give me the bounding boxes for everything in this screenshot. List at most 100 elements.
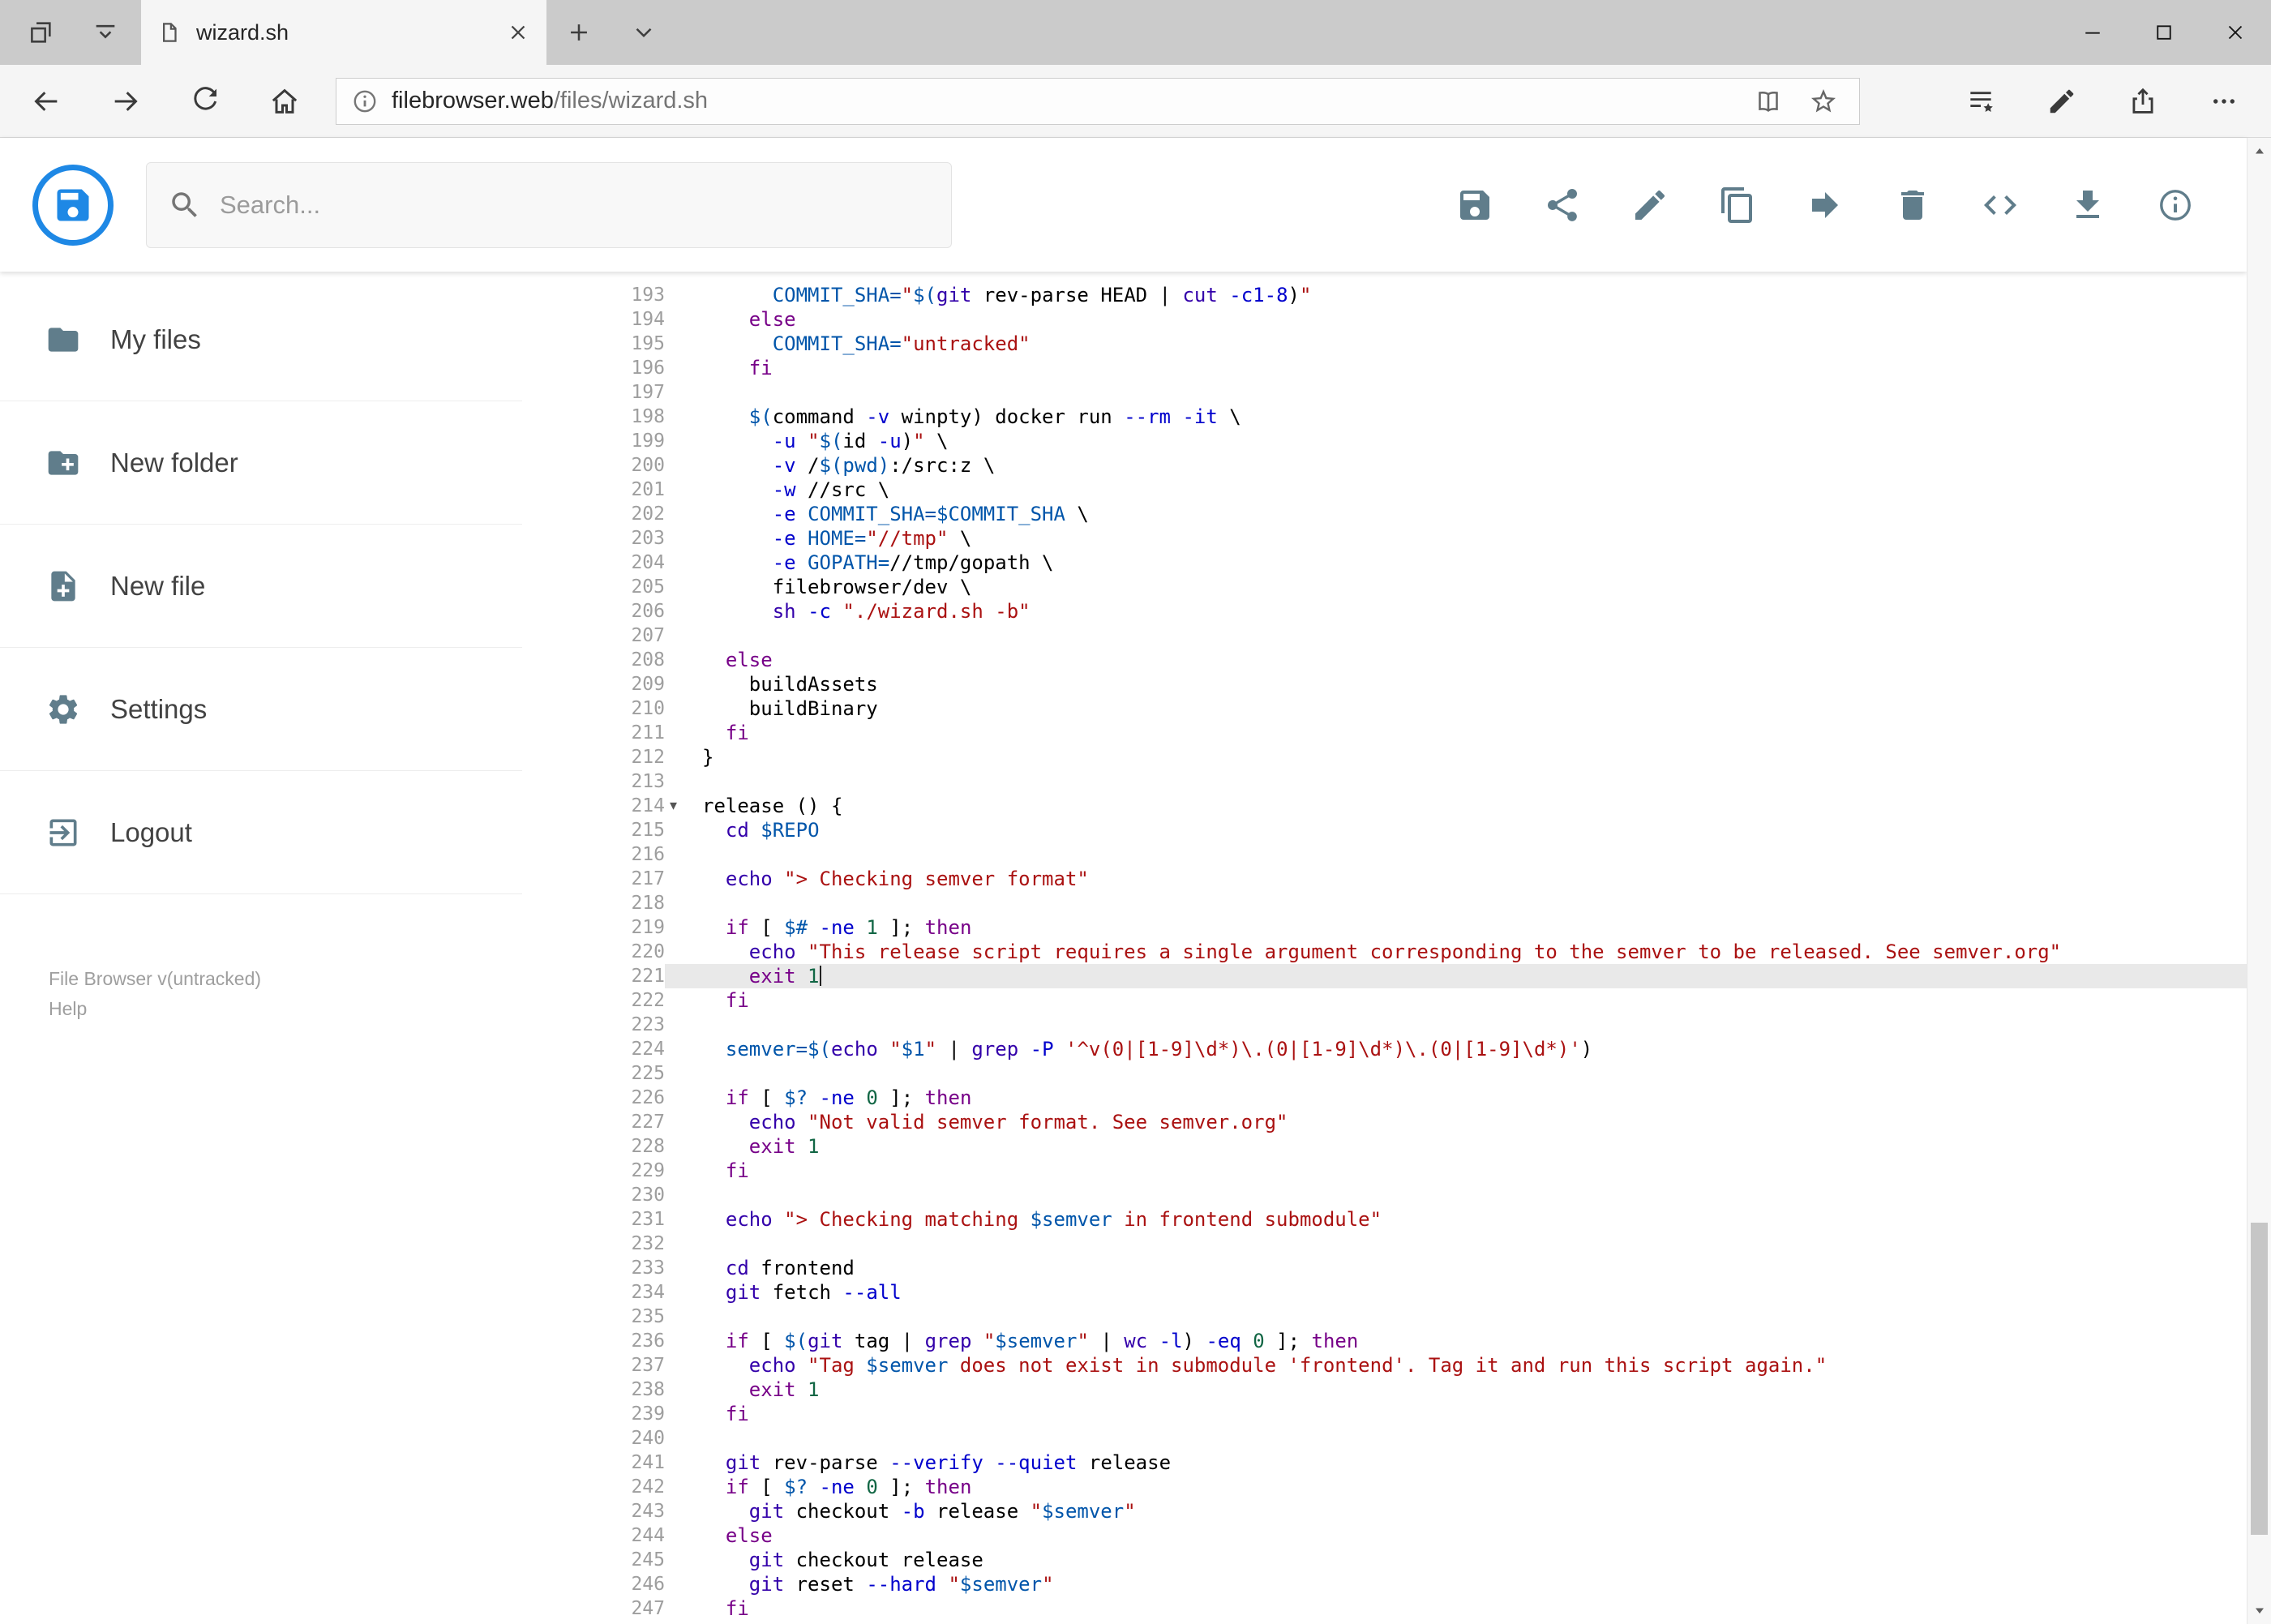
- code-view-button[interactable]: [1981, 186, 2020, 225]
- code-line[interactable]: 222 fi: [593, 988, 2247, 1013]
- code-text[interactable]: git checkout release: [702, 1548, 983, 1572]
- code-text[interactable]: else: [702, 307, 796, 332]
- code-line[interactable]: 220 echo "This release script requires a…: [593, 940, 2247, 964]
- move-button[interactable]: [1806, 186, 1845, 225]
- code-text[interactable]: exit 1: [702, 964, 821, 988]
- code-line[interactable]: 234 git fetch --all: [593, 1280, 2247, 1305]
- code-line[interactable]: 239 fi: [593, 1402, 2247, 1426]
- code-line[interactable]: 224 semver=$(echo "$1" | grep -P '^v(0|[…: [593, 1037, 2247, 1061]
- code-line[interactable]: 223: [593, 1013, 2247, 1037]
- code-line[interactable]: 247 fi: [593, 1596, 2247, 1621]
- code-line[interactable]: 211 fi: [593, 721, 2247, 745]
- delete-button[interactable]: [1893, 186, 1932, 225]
- code-line[interactable]: 231 echo "> Checking matching $semver in…: [593, 1207, 2247, 1232]
- code-text[interactable]: buildAssets: [702, 672, 878, 696]
- download-button[interactable]: [2068, 186, 2107, 225]
- code-line[interactable]: 205 filebrowser/dev \: [593, 575, 2247, 599]
- copy-button[interactable]: [1718, 186, 1757, 225]
- forward-button[interactable]: [86, 65, 165, 138]
- share-button[interactable]: [1543, 186, 1582, 225]
- code-line[interactable]: 218: [593, 891, 2247, 915]
- window-close-button[interactable]: [2200, 0, 2271, 65]
- sidebar-item-logout[interactable]: Logout: [0, 771, 522, 894]
- code-editor[interactable]: 193 COMMIT_SHA="$(git rev-parse HEAD | c…: [593, 272, 2247, 1624]
- code-text[interactable]: sh -c "./wizard.sh -b": [702, 599, 1031, 623]
- code-line[interactable]: 216: [593, 842, 2247, 867]
- code-line[interactable]: 197: [593, 380, 2247, 405]
- tab-close-button[interactable]: [506, 20, 530, 45]
- code-line[interactable]: 196 fi: [593, 356, 2247, 380]
- code-text[interactable]: cd $REPO: [702, 818, 820, 842]
- sidebar-item-my-files[interactable]: My files: [0, 278, 522, 401]
- code-line[interactable]: 200 -v /$(pwd):/src:z \: [593, 453, 2247, 478]
- code-line[interactable]: 238 exit 1: [593, 1378, 2247, 1402]
- code-text[interactable]: fi: [702, 1596, 749, 1621]
- code-line[interactable]: 241 git rev-parse --verify --quiet relea…: [593, 1450, 2247, 1475]
- code-line[interactable]: 215 cd $REPO: [593, 818, 2247, 842]
- code-text[interactable]: COMMIT_SHA="$(git rev-parse HEAD | cut -…: [702, 283, 1312, 307]
- code-text[interactable]: git checkout -b release "$semver": [702, 1499, 1136, 1523]
- tab-list-button[interactable]: [611, 0, 676, 65]
- code-text[interactable]: git reset --hard "$semver": [702, 1572, 1054, 1596]
- scrollbar-thumb[interactable]: [2251, 1223, 2268, 1535]
- browser-share-button[interactable]: [2102, 65, 2183, 138]
- code-line[interactable]: 201 -w //src \: [593, 478, 2247, 502]
- code-text[interactable]: -e COMMIT_SHA=$COMMIT_SHA \: [702, 502, 1089, 526]
- refresh-button[interactable]: [165, 65, 245, 138]
- reading-view-button[interactable]: [1747, 80, 1789, 122]
- help-link[interactable]: Help: [49, 994, 87, 1024]
- code-line[interactable]: 245 git checkout release: [593, 1548, 2247, 1572]
- code-text[interactable]: if [ $? -ne 0 ]; then: [702, 1475, 971, 1499]
- sidebar-item-new-folder[interactable]: New folder: [0, 401, 522, 525]
- code-text[interactable]: git fetch --all: [702, 1280, 902, 1305]
- site-info-icon[interactable]: [351, 88, 379, 115]
- code-line[interactable]: 236 if [ $(git tag | grep "$semver" | wc…: [593, 1329, 2247, 1353]
- code-line[interactable]: 207: [593, 623, 2247, 648]
- code-text[interactable]: -u "$(id -u)" \: [702, 429, 949, 453]
- code-text[interactable]: echo "Not valid semver format. See semve…: [702, 1110, 1288, 1134]
- code-line[interactable]: 198 $(command -v winpty) docker run --rm…: [593, 405, 2247, 429]
- home-button[interactable]: [245, 65, 324, 138]
- code-line[interactable]: 229 fi: [593, 1159, 2247, 1183]
- minimize-button[interactable]: [2057, 0, 2128, 65]
- search-input[interactable]: [220, 190, 930, 220]
- code-line[interactable]: 214 ▾ release () {: [593, 794, 2247, 818]
- favorites-hub-button[interactable]: [1940, 65, 2021, 138]
- add-favorite-button[interactable]: [1802, 80, 1845, 122]
- scrollbar[interactable]: [2247, 138, 2271, 1624]
- url-field[interactable]: filebrowser.web/files/wizard.sh: [336, 77, 1860, 125]
- code-line[interactable]: 208 else: [593, 648, 2247, 672]
- code-line[interactable]: 226 if [ $? -ne 0 ]; then: [593, 1086, 2247, 1110]
- code-text[interactable]: echo "Tag $semver does not exist in subm…: [702, 1353, 1827, 1378]
- code-text[interactable]: else: [702, 648, 773, 672]
- code-text[interactable]: -w //src \: [702, 478, 890, 502]
- filebrowser-logo[interactable]: [32, 164, 114, 246]
- code-line[interactable]: 246 git reset --hard "$semver": [593, 1572, 2247, 1596]
- set-tabs-aside-button[interactable]: [8, 0, 73, 65]
- code-text[interactable]: -v /$(pwd):/src:z \: [702, 453, 996, 478]
- code-text[interactable]: else: [702, 1523, 773, 1548]
- code-text[interactable]: $(command -v winpty) docker run --rm -it…: [702, 405, 1241, 429]
- code-text[interactable]: if [ $? -ne 0 ]; then: [702, 1086, 971, 1110]
- code-line[interactable]: 232: [593, 1232, 2247, 1256]
- code-text[interactable]: -e GOPATH=//tmp/gopath \: [702, 551, 1054, 575]
- code-line[interactable]: 209 buildAssets: [593, 672, 2247, 696]
- code-line[interactable]: 193 COMMIT_SHA="$(git rev-parse HEAD | c…: [593, 283, 2247, 307]
- code-text[interactable]: exit 1: [702, 1134, 820, 1159]
- code-line[interactable]: 225: [593, 1061, 2247, 1086]
- rename-button[interactable]: [1630, 186, 1669, 225]
- code-line[interactable]: 243 git checkout -b release "$semver": [593, 1499, 2247, 1523]
- code-line[interactable]: 237 echo "Tag $semver does not exist in …: [593, 1353, 2247, 1378]
- code-line[interactable]: 217 echo "> Checking semver format": [593, 867, 2247, 891]
- code-line[interactable]: 240: [593, 1426, 2247, 1450]
- code-text[interactable]: echo "This release script requires a sin…: [702, 940, 2061, 964]
- code-text[interactable]: filebrowser/dev \: [702, 575, 972, 599]
- code-line[interactable]: 210 buildBinary: [593, 696, 2247, 721]
- fold-arrow-icon[interactable]: ▾: [670, 795, 677, 816]
- code-text[interactable]: if [ $# -ne 1 ]; then: [702, 915, 971, 940]
- code-text[interactable]: exit 1: [702, 1378, 820, 1402]
- code-line[interactable]: 202 -e COMMIT_SHA=$COMMIT_SHA \: [593, 502, 2247, 526]
- more-options-button[interactable]: [2183, 65, 2265, 138]
- browser-tab[interactable]: wizard.sh: [141, 0, 546, 65]
- save-button[interactable]: [1455, 186, 1494, 225]
